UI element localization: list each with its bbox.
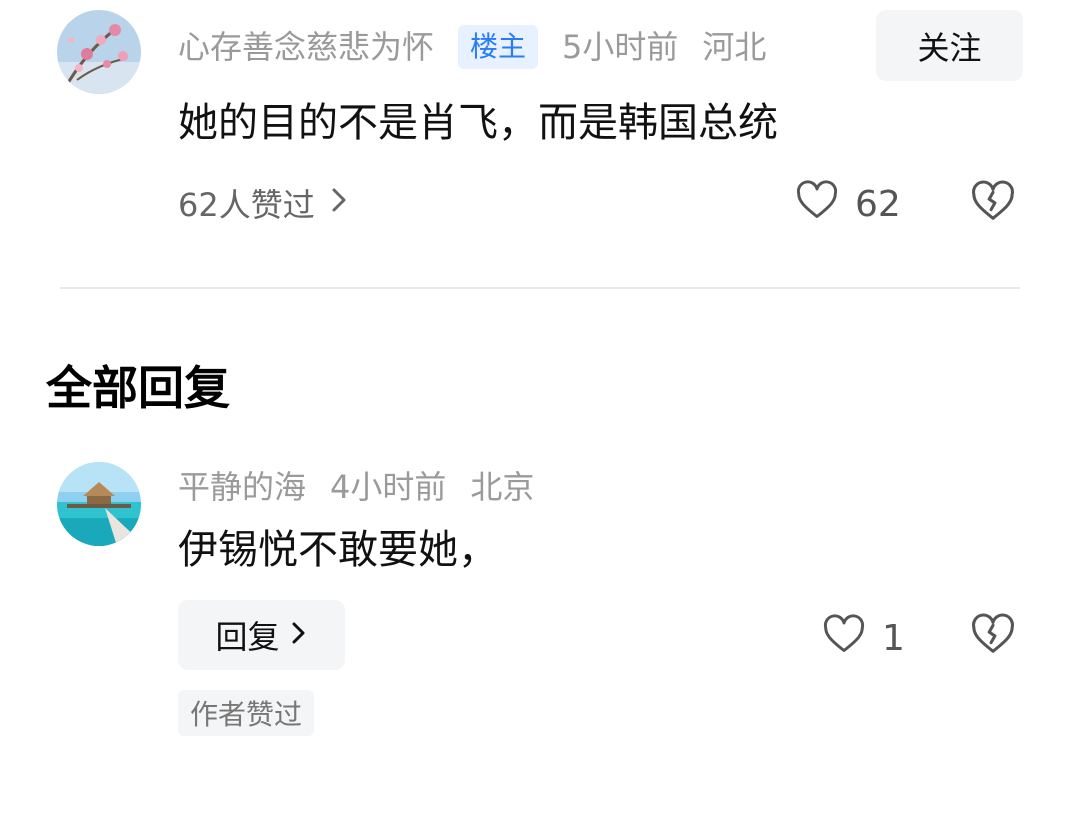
dislike-button[interactable] <box>970 611 1016 666</box>
heart-outline-icon <box>795 178 839 231</box>
heart-outline-icon <box>822 612 866 665</box>
reply-button[interactable]: 回复 <box>178 600 345 670</box>
comment-location: 河北 <box>702 28 767 66</box>
author-liked-tag: 作者赞过 <box>178 690 315 736</box>
reply-button-label: 回复 <box>215 618 280 656</box>
reply-time: 4小时前 <box>330 468 447 506</box>
comment-username[interactable]: 心存善念慈悲为怀 <box>178 25 434 69</box>
likers-text: 62人赞过 <box>178 186 315 224</box>
comment-meta: 心存善念慈悲为怀 楼主 5小时前 河北 <box>178 25 766 69</box>
reply-username[interactable]: 平静的海 <box>178 465 306 509</box>
broken-heart-icon <box>970 178 1016 233</box>
like-button[interactable]: 1 <box>822 612 905 665</box>
likers-link[interactable]: 62人赞过 <box>178 180 349 226</box>
chevron-right-icon <box>329 184 349 222</box>
divider <box>60 287 1020 289</box>
like-count: 62 <box>855 184 901 225</box>
like-count: 1 <box>882 618 905 659</box>
broken-heart-icon <box>970 611 1016 666</box>
avatar[interactable] <box>57 462 141 546</box>
reply-text: 伊锡悦不敢要她， <box>178 527 498 573</box>
comment-time: 5小时前 <box>562 28 679 66</box>
follow-button[interactable]: 关注 <box>876 10 1023 81</box>
like-button[interactable]: 62 <box>795 178 901 231</box>
reply-location: 北京 <box>470 468 535 506</box>
op-badge: 楼主 <box>458 25 539 69</box>
avatar[interactable] <box>57 10 141 94</box>
dislike-button[interactable] <box>970 178 1016 233</box>
chevron-right-icon <box>290 616 308 654</box>
reply-meta: 平静的海 4小时前 北京 <box>178 465 534 509</box>
comment-text: 她的目的不是肖飞，而是韩国总统 <box>178 100 778 146</box>
section-title: 全部回复 <box>46 361 230 415</box>
